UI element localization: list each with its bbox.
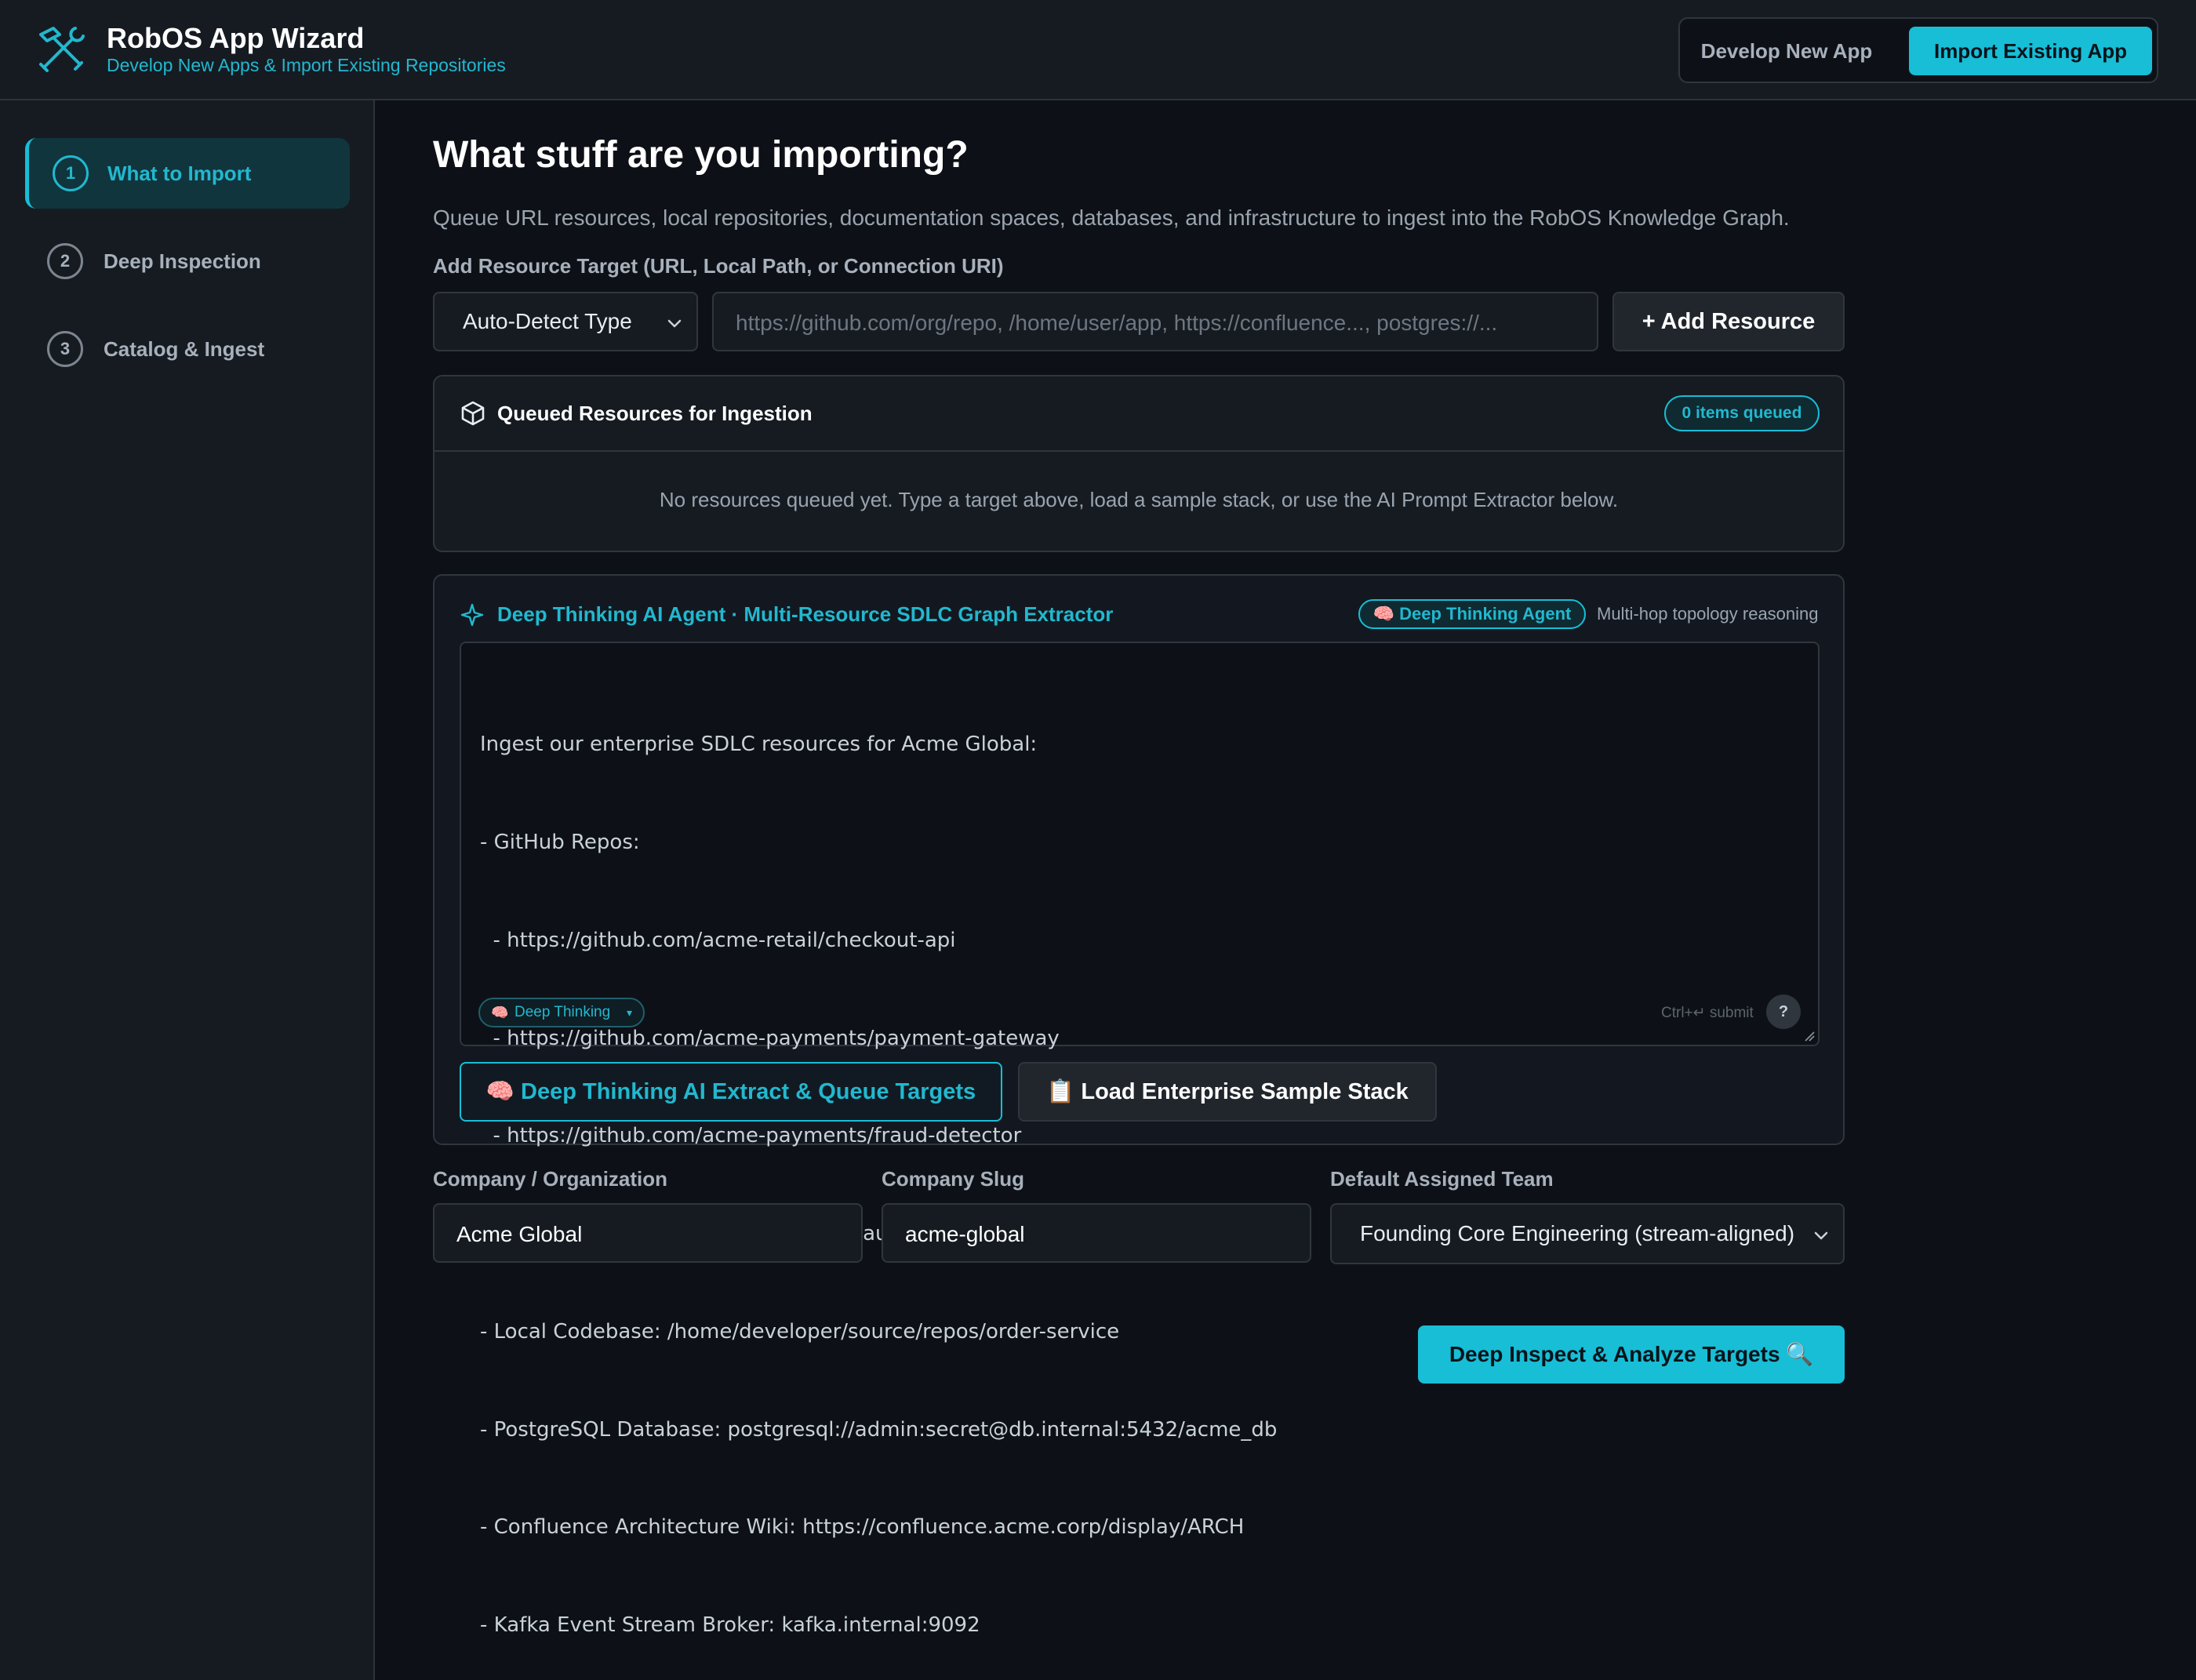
page-description: Queue URL resources, local repositories,…	[433, 205, 1790, 230]
step-deep-inspection[interactable]: 2 Deep Inspection	[25, 226, 350, 296]
ai-extract-queue-button[interactable]: 🧠 Deep Thinking AI Extract & Queue Targe…	[460, 1062, 1002, 1122]
cube-icon	[461, 401, 485, 426]
prompt-line: - https://github.com/acme-retail/checkou…	[480, 928, 956, 952]
resource-target-placeholder: https://github.com/org/repo, /home/user/…	[736, 311, 1498, 335]
develop-new-app-button[interactable]: Develop New App	[1689, 27, 1884, 75]
resource-type-value: Auto-Detect Type	[463, 309, 632, 333]
submit-shortcut-hint: Ctrl+↵ submit	[1661, 1005, 1754, 1021]
queue-empty-message: No resources queued yet. Type a target a…	[659, 488, 1619, 511]
help-button[interactable]: ?	[1766, 995, 1801, 1029]
ai-agent-title: Deep Thinking AI Agent · Multi-Resource …	[497, 602, 1114, 626]
default-team-label: Default Assigned Team	[1330, 1167, 1554, 1191]
prompt-line: - Confluence Architecture Wiki: https://…	[480, 1515, 1245, 1540]
step-label: Deep Inspection	[104, 249, 261, 273]
mode-toggle: Develop New App Import Existing App	[1678, 17, 2158, 83]
caret-down-icon: ▾	[626, 1006, 632, 1019]
reasoning-mode-label: Deep Thinking	[514, 1004, 611, 1020]
import-existing-app-button[interactable]: Import Existing App	[1909, 27, 2152, 75]
ai-prompt-textarea[interactable]: Ingest our enterprise SDLC resources for…	[460, 642, 1820, 1637]
prompt-line: - https://github.com/acme-payments/fraud…	[480, 1124, 1022, 1148]
app-subtitle: Develop New Apps & Import Existing Repos…	[107, 55, 506, 75]
step-number: 2	[47, 243, 83, 279]
step-number: 3	[47, 331, 83, 367]
page-title: What stuff are you importing?	[433, 134, 969, 176]
prompt-line: - PostgreSQL Database: postgresql://admi…	[480, 1417, 1278, 1442]
ai-agent-aux-text: Multi-hop topology reasoning	[1597, 604, 1819, 624]
wizard-sidebar: 1 What to Import 2 Deep Inspection 3 Cat…	[0, 100, 375, 1680]
deep-inspect-analyze-button[interactable]: Deep Inspect & Analyze Targets 🔍	[1418, 1325, 1845, 1384]
app-header: RobOS App Wizard Develop New Apps & Impo…	[0, 0, 2196, 100]
step-number: 1	[53, 155, 89, 191]
sparkle-icon	[460, 603, 484, 627]
step-label: Catalog & Ingest	[104, 337, 265, 361]
tools-icon	[39, 27, 85, 72]
app-title: RobOS App Wizard	[107, 22, 365, 54]
step-label: What to Import	[107, 162, 252, 185]
queue-panel-header: Queued Resources for Ingestion 0 items q…	[434, 376, 1843, 452]
company-value: Acme Global	[456, 1222, 583, 1246]
resource-target-label: Add Resource Target (URL, Local Path, or…	[433, 254, 1004, 278]
resize-handle-icon[interactable]	[1804, 1031, 1815, 1042]
step-catalog-ingest[interactable]: 3 Catalog & Ingest	[25, 314, 350, 384]
company-slug-label: Company Slug	[882, 1167, 1025, 1191]
default-team-select[interactable]: Founding Core Engineering (stream-aligne…	[1330, 1203, 1845, 1264]
reasoning-mode-chip[interactable]: 🧠 Deep Thinking ▾	[478, 998, 645, 1027]
queue-title: Queued Resources for Ingestion	[497, 402, 813, 425]
add-resource-button[interactable]: + Add Resource	[1612, 292, 1845, 351]
load-sample-stack-button[interactable]: 📋 Load Enterprise Sample Stack	[1018, 1062, 1437, 1122]
company-slug-value: acme-global	[905, 1222, 1025, 1246]
company-input[interactable]: Acme Global	[433, 1203, 863, 1263]
chevron-down-icon	[667, 319, 682, 328]
resource-target-input[interactable]: https://github.com/org/repo, /home/user/…	[712, 292, 1598, 351]
prompt-line: - Kafka Event Stream Broker: kafka.inter…	[480, 1613, 980, 1638]
step-what-to-import[interactable]: 1 What to Import	[25, 138, 350, 209]
prompt-line: - GitHub Repos:	[480, 830, 640, 854]
default-team-value: Founding Core Engineering (stream-aligne…	[1360, 1221, 1795, 1245]
prompt-line: Ingest our enterprise SDLC resources for…	[480, 733, 1038, 757]
chevron-down-icon	[1814, 1231, 1828, 1240]
resource-type-select[interactable]: Auto-Detect Type	[433, 292, 698, 351]
ai-extractor-panel: Deep Thinking AI Agent · Multi-Resource …	[433, 574, 1845, 1637]
deep-thinking-agent-badge: 🧠 Deep Thinking Agent	[1358, 599, 1586, 629]
company-slug-input[interactable]: acme-global	[882, 1203, 1311, 1263]
queue-count-badge: 0 items queued	[1664, 395, 1820, 431]
prompt-line: - Local Codebase: /home/developer/source…	[480, 1319, 1120, 1344]
brain-icon: 🧠	[491, 1005, 509, 1020]
company-label: Company / Organization	[433, 1167, 668, 1191]
queued-resources-panel: Queued Resources for Ingestion 0 items q…	[433, 375, 1845, 552]
